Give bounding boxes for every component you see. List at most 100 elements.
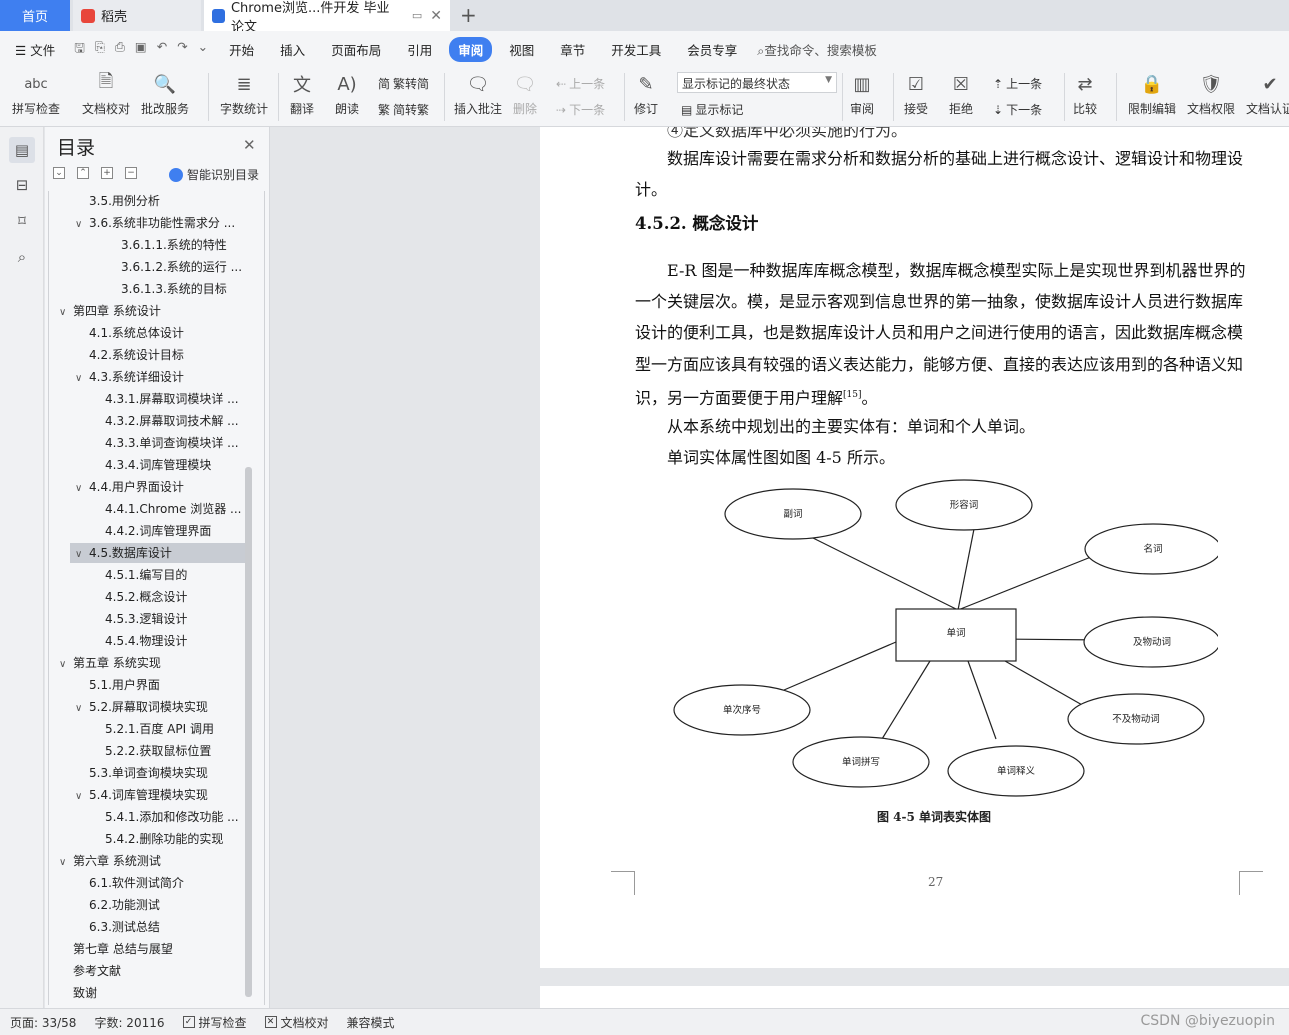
toc-item[interactable]: 5.2.1.百度 API 调用 (45, 719, 245, 739)
collapse-all-icon[interactable]: ⌄ (53, 167, 65, 179)
toc-item[interactable]: 4.3.1.屏幕取词模块详 ... (45, 389, 245, 409)
smart-toc-button[interactable]: 智能识别目录 (169, 166, 259, 183)
toc-panel-icon[interactable]: ▤ (9, 137, 35, 163)
menu-tab[interactable]: 引用 (398, 37, 441, 62)
chevron-down-icon[interactable]: ∨ (75, 787, 89, 805)
translate-button[interactable]: 文翻译 (289, 71, 315, 117)
review-pane-button[interactable]: ▥ 审阅 (849, 71, 875, 117)
menu-tab[interactable]: 审阅 (449, 36, 493, 62)
chevron-down-icon[interactable]: ∨ (75, 215, 89, 233)
chevron-down-icon[interactable]: ∨ (59, 853, 73, 871)
toc-item[interactable]: 4.5.1.编写目的 (45, 565, 245, 585)
toc-item[interactable]: 5.4.2.删除功能的实现 (45, 829, 245, 849)
search-icon[interactable]: ⌕ (9, 244, 35, 270)
toc-item[interactable]: ∨ 4.5.数据库设计 (70, 543, 245, 563)
save-icon[interactable]: 🖫 (74, 39, 85, 60)
accept-button[interactable]: ☑ 接受 (903, 71, 929, 117)
chevron-down-icon[interactable]: ⌄ (198, 39, 208, 60)
toc-item[interactable]: 参考文献 (45, 961, 245, 981)
delete-comment-button[interactable]: 🗨 删除 (512, 71, 538, 117)
menu-tab[interactable]: 插入 (271, 37, 314, 62)
chevron-down-icon[interactable]: ∨ (75, 479, 89, 497)
proof-toggle[interactable]: ✕ 文档校对 (264, 1014, 329, 1031)
next-change-button[interactable]: ⇣ 下一条 (993, 101, 1042, 118)
doc-permission-button[interactable]: 🛡 文档权限 (1187, 71, 1235, 117)
toc-item[interactable]: 4.2.系统设计目标 (45, 345, 245, 365)
toc-item[interactable]: 3.6.1.2.系统的运行 ... (45, 257, 245, 277)
chevron-down-icon[interactable]: ∨ (59, 303, 73, 321)
next-comment-button[interactable]: ⇢ 下一条 (556, 101, 605, 118)
simp-to-trad-button[interactable]: 繁简转繁 (378, 101, 429, 118)
toc-item[interactable]: ∨ 4.3.系统详细设计 (45, 367, 245, 387)
menu-tab[interactable]: 会员专享 (678, 37, 746, 62)
toc-item[interactable]: 5.4.1.添加和修改功能 ... (45, 807, 245, 827)
toc-item[interactable]: 3.5.用例分析 (45, 191, 245, 211)
format-painter-icon[interactable]: ⎘ (95, 39, 105, 60)
track-changes-button[interactable]: ✎ 修订 (633, 71, 659, 117)
chevron-down-icon[interactable]: ∨ (75, 369, 89, 387)
show-markup-button[interactable]: ▤ 显示标记 (681, 101, 743, 118)
toc-item[interactable]: 5.2.2.获取鼠标位置 (45, 741, 245, 761)
remove-level-icon[interactable]: − (125, 167, 137, 179)
toc-item[interactable]: 致谢 (45, 983, 245, 1003)
reject-button[interactable]: ☒ 拒绝 (948, 71, 974, 117)
prev-comment-button[interactable]: ⇠ 上一条 (556, 75, 605, 92)
toc-item[interactable]: 4.5.3.逻辑设计 (45, 609, 245, 629)
redo-icon[interactable]: ↷ (177, 39, 187, 60)
compare-button[interactable]: ⇄ 比较 (1072, 71, 1098, 117)
monitor-icon[interactable]: ▭ (412, 9, 422, 22)
markup-mode-select[interactable]: 显示标记的最终状态 ▼ (677, 72, 837, 93)
doc-proof-button[interactable]: 🗎 文档校对 (82, 71, 130, 117)
spell-check-toggle[interactable]: ✓ 拼写检查 (182, 1014, 247, 1031)
menu-tab[interactable]: 开始 (220, 37, 263, 62)
toc-item[interactable]: ∨ 第六章 系统测试 (45, 851, 245, 871)
toc-item[interactable]: ∨ 第五章 系统实现 (45, 653, 245, 673)
toc-item[interactable]: 4.3.3.单词查询模块详 ... (45, 433, 245, 453)
toc-item[interactable]: ∨ 5.2.屏幕取词模块实现 (45, 697, 245, 717)
expand-up-icon[interactable]: ⌃ (77, 167, 89, 179)
toc-item[interactable]: 4.5.4.物理设计 (45, 631, 245, 651)
menu-tab[interactable]: 开发工具 (602, 37, 670, 62)
toc-item[interactable]: 4.4.2.词库管理界面 (45, 521, 245, 541)
toc-item[interactable]: ∨ 第四章 系统设计 (45, 301, 245, 321)
toc-item[interactable]: 3.6.1.1.系统的特性 (45, 235, 245, 255)
undo-icon[interactable]: ↶ (157, 39, 167, 60)
menu-tab[interactable]: 章节 (551, 37, 594, 62)
doc-cert-button[interactable]: ✔ 文档认证 (1246, 71, 1289, 117)
toc-item[interactable]: ∨ 3.6.系统非功能性需求分 ... (45, 213, 245, 233)
toc-item[interactable]: 6.3.测试总结 (45, 917, 245, 937)
spell-check-button[interactable]: abc 拼写检查 (12, 71, 60, 117)
toc-item[interactable]: 3.6.1.3.系统的目标 (45, 279, 245, 299)
new-tab-button[interactable]: + (460, 3, 477, 27)
restrict-edit-button[interactable]: 🔒 限制编辑 (1128, 71, 1176, 117)
page-indicator[interactable]: 页面: 33/58 (10, 1014, 76, 1031)
citation[interactable]: [15] (843, 390, 861, 400)
toc-item[interactable]: 4.5.2.概念设计 (45, 587, 245, 607)
trad-to-simp-button[interactable]: 简繁转简 (378, 75, 429, 92)
toc-item[interactable]: ∨ 5.4.词库管理模块实现 (45, 785, 245, 805)
tab-home[interactable]: 首页 (0, 0, 70, 31)
nav-tree-icon[interactable]: ⊟ (9, 172, 35, 198)
toc-item[interactable]: 4.3.2.屏幕取词技术解 ... (45, 411, 245, 431)
toc-item[interactable]: 第七章 总结与展望 (45, 939, 245, 959)
print-icon[interactable]: ⎙ (115, 39, 125, 60)
toc-item[interactable]: 5.1.用户界面 (45, 675, 245, 695)
prev-change-button[interactable]: ⇡ 上一条 (993, 75, 1042, 92)
word-count-button[interactable]: ≣ 字数统计 (220, 71, 268, 117)
read-aloud-button[interactable]: A) 朗读 (334, 71, 360, 117)
print-preview-icon[interactable]: ▣ (135, 39, 147, 60)
chevron-down-icon[interactable]: ∨ (59, 655, 73, 673)
toc-scrollbar[interactable] (245, 467, 252, 997)
toc-item[interactable]: 4.4.1.Chrome 浏览器 ... (45, 499, 245, 519)
menu-tab[interactable]: 页面布局 (322, 37, 390, 62)
add-level-icon[interactable]: + (101, 167, 113, 179)
toc-item[interactable]: 4.1.系统总体设计 (45, 323, 245, 343)
toc-item[interactable]: 5.3.单词查询模块实现 (45, 763, 245, 783)
toc-item[interactable]: 4.3.4.词库管理模块 (45, 455, 245, 475)
word-count[interactable]: 字数: 20116 (94, 1014, 164, 1031)
command-search[interactable]: ⌕查找命令、搜索模板 (748, 37, 886, 62)
close-icon[interactable]: ✕ (243, 136, 256, 154)
chevron-down-icon[interactable]: ∨ (75, 699, 89, 717)
bookmark-icon[interactable]: ⌑ (9, 208, 35, 234)
toc-item[interactable]: ∨ 4.4.用户界面设计 (45, 477, 245, 497)
